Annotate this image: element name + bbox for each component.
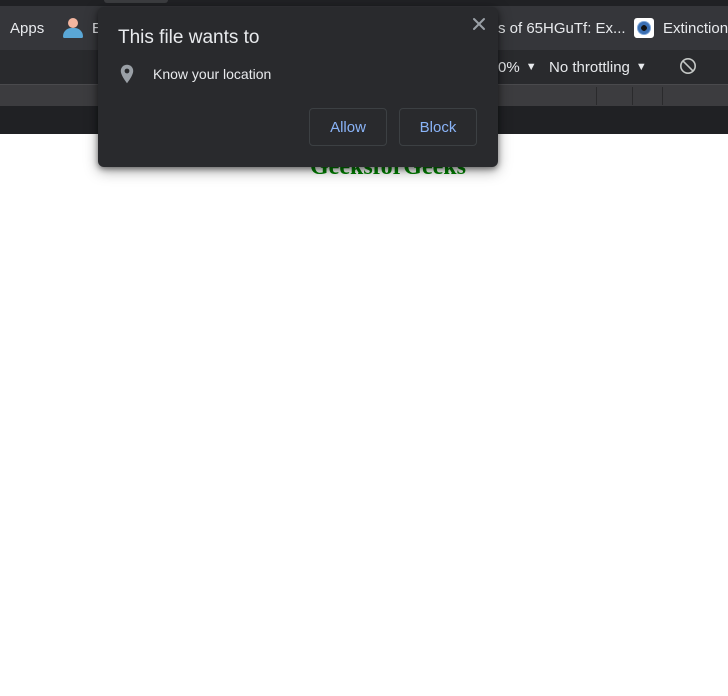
throttling-label: No throttling — [549, 58, 630, 76]
zoom-dropdown[interactable]: 0% ▼ — [498, 50, 537, 84]
person-favicon-icon — [62, 17, 84, 39]
bookmark-item-65hgutf[interactable]: s of 65HGuTf: Ex... — [498, 6, 626, 50]
permission-location-label: Know your location — [153, 66, 272, 82]
bookmark-item-extinction[interactable]: Extinction — [634, 6, 728, 50]
close-icon[interactable] — [470, 15, 488, 33]
throttling-dropdown[interactable]: No throttling ▼ — [549, 50, 647, 84]
dropdown-caret-icon: ▼ — [635, 61, 647, 73]
bookmark-item-65hgutf-label: s of 65HGuTf: Ex... — [498, 19, 626, 37]
bookmark-item-b[interactable]: E — [62, 6, 102, 50]
allow-button[interactable]: Allow — [309, 108, 387, 146]
bookmark-apps[interactable]: Apps — [10, 6, 44, 50]
block-button[interactable]: Block — [399, 108, 477, 146]
permission-prompt-title: This file wants to — [118, 27, 260, 48]
zoom-label: 0% — [498, 58, 520, 76]
permission-prompt: This file wants to Know your location Al… — [98, 7, 498, 167]
rotate-icon[interactable] — [679, 57, 697, 75]
bookmark-item-extinction-label: Extinction — [663, 19, 728, 37]
permission-location-row: Know your location — [120, 64, 271, 84]
eye-favicon-icon — [634, 18, 654, 38]
active-tab-edge[interactable] — [104, 0, 168, 3]
dropdown-caret-icon: ▼ — [525, 61, 537, 73]
location-pin-icon — [120, 64, 134, 84]
bookmark-apps-label: Apps — [10, 19, 45, 37]
